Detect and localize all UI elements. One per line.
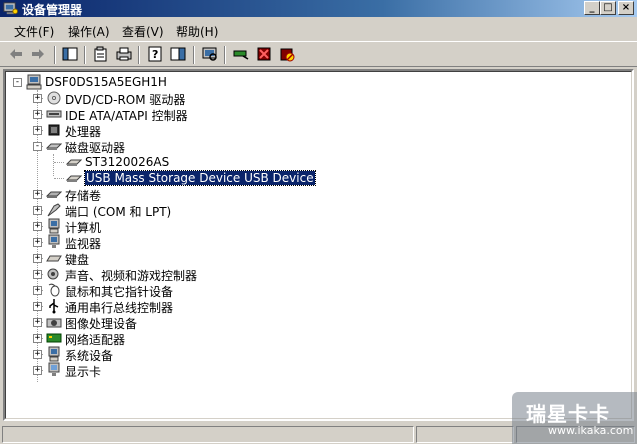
tree-item[interactable]: + 网络适配器 (6, 330, 606, 347)
computer-icon (26, 74, 42, 90)
disk-drive-icon (46, 143, 62, 150)
toolbar-separator (224, 46, 226, 64)
tree-item[interactable]: + 处理器 (6, 122, 606, 139)
tree-item[interactable]: + 系统设备 (6, 346, 606, 363)
network-adapter-icon (46, 333, 62, 343)
root-expander[interactable]: - (13, 78, 22, 87)
tree-item-expander[interactable]: + (33, 302, 42, 311)
back-icon[interactable] (8, 46, 24, 62)
port-icon (47, 203, 61, 217)
tree-root[interactable]: - DSF0DS15A5EGH1H (6, 74, 406, 90)
tree-root-label: DSF0DS15A5EGH1H (45, 75, 167, 89)
device-manager-app-icon (3, 2, 18, 15)
tree-item[interactable]: + 通用串行总线控制器 (6, 298, 606, 315)
tree-item[interactable]: - 磁盘驱动器 (6, 138, 606, 155)
tree-item-expander[interactable]: + (33, 270, 42, 279)
tree-item[interactable]: + 端口 (COM 和 LPT) (6, 202, 606, 219)
close-button[interactable]: × (618, 1, 634, 15)
tree-item-expander[interactable]: + (33, 110, 42, 119)
toolbar-separator (193, 46, 195, 64)
tree-item-expander[interactable]: + (33, 126, 42, 135)
tree-item[interactable]: + IDE ATA/ATAPI 控制器 (6, 106, 606, 123)
tree-child-label: ST3120026AS (85, 155, 170, 169)
tree-item[interactable]: + 显示卡 (6, 362, 606, 379)
toolbar-separator (54, 46, 56, 64)
device-tree-pane[interactable]: - DSF0DS15A5EGH1H + DVD/CD-ROM 驱动器 + IDE AT… (3, 69, 634, 421)
tree-item[interactable]: + 计算机 (6, 218, 606, 235)
toolbar-separator (138, 46, 140, 64)
mouse-icon (48, 283, 60, 297)
tree-item-expander[interactable]: + (33, 350, 42, 359)
monitor-icon (48, 234, 60, 248)
disable-icon[interactable] (279, 46, 295, 62)
status-cell-main (2, 426, 414, 443)
usb-disk-icon (66, 175, 82, 182)
tree-item-label: 显示卡 (65, 365, 102, 379)
properties-icon[interactable] (93, 46, 109, 62)
device-tree: - DSF0DS15A5EGH1H + DVD/CD-ROM 驱动器 + IDE AT… (5, 71, 632, 419)
tree-item-expander[interactable]: - (33, 142, 42, 151)
tree-item-expander[interactable]: + (33, 238, 42, 247)
toolbar: ? (0, 41, 637, 67)
tree-item[interactable]: + DVD/CD-ROM 驱动器 (6, 90, 606, 107)
tree-item[interactable]: + 键盘 (6, 250, 606, 267)
maximize-button[interactable]: □ (600, 1, 616, 15)
cdrom-icon (47, 91, 61, 105)
tree-item-expander[interactable]: + (33, 286, 42, 295)
minimize-button[interactable]: _ (584, 1, 600, 15)
processor-icon (48, 124, 60, 136)
tree-child-item[interactable]: ST3120026AS (6, 154, 606, 170)
tree-item-expander[interactable]: + (33, 94, 42, 103)
tree-item[interactable]: + 存储卷 (6, 186, 606, 203)
tree-child-item[interactable]: USB Mass Storage Device USB Device (6, 170, 606, 186)
help-icon[interactable]: ? (147, 46, 163, 62)
menu-action[interactable]: 操作(A) (68, 23, 110, 40)
tree-item[interactable]: + 图像处理设备 (6, 314, 606, 331)
device-manager-window: 设备管理器 _ □ × 文件(F) 操作(A) 查看(V) 帮助(H) ? - … (0, 0, 637, 444)
tree-item-expander[interactable]: + (33, 222, 42, 231)
svg-text:?: ? (152, 48, 158, 61)
sound-icon (47, 268, 59, 280)
tree-item-expander[interactable]: + (33, 206, 42, 215)
title-bar[interactable]: 设备管理器 _ □ × (0, 0, 637, 17)
tree-item[interactable]: + 鼠标和其它指针设备 (6, 282, 606, 299)
watermark: 瑞星卡卡 www.ikaka.com (512, 392, 637, 444)
update-driver-icon[interactable] (233, 46, 249, 62)
window-title: 设备管理器 (22, 3, 83, 17)
menu-file[interactable]: 文件(F) (14, 23, 54, 40)
tree-child-label: USB Mass Storage Device USB Device (84, 170, 316, 186)
menu-view[interactable]: 查看(V) (122, 23, 164, 40)
watermark-sub: www.ikaka.com (548, 424, 634, 437)
tree-item-expander[interactable]: + (33, 318, 42, 327)
tree-item[interactable]: + 监视器 (6, 234, 606, 251)
display-adapter-icon (48, 362, 60, 376)
scan-hardware-icon[interactable] (202, 46, 218, 62)
tree-item-expander[interactable]: + (33, 366, 42, 375)
watermark-main: 瑞星卡卡 (526, 402, 610, 426)
show-hide-console-tree-icon[interactable] (62, 46, 78, 62)
menu-bar: 文件(F) 操作(A) 查看(V) 帮助(H) (0, 20, 637, 40)
uninstall-icon[interactable] (256, 46, 272, 62)
usb-icon (49, 299, 59, 314)
ide-controller-icon (46, 110, 62, 118)
system-device-icon (48, 346, 60, 362)
toolbar-separator (84, 46, 86, 64)
storage-volume-icon (46, 191, 62, 198)
tree-item-expander[interactable]: + (33, 190, 42, 199)
hard-disk-icon (66, 159, 82, 166)
keyboard-icon (46, 255, 62, 262)
imaging-icon (46, 318, 62, 328)
status-cell-2 (416, 426, 514, 443)
menu-help[interactable]: 帮助(H) (176, 23, 218, 40)
tree-item-expander[interactable]: + (33, 254, 42, 263)
print-icon[interactable] (116, 46, 132, 62)
tree-item-expander[interactable]: + (33, 334, 42, 343)
computer-icon (48, 218, 60, 234)
action-pane-icon[interactable] (170, 46, 186, 62)
forward-icon[interactable] (30, 46, 46, 62)
tree-item[interactable]: + 声音、视频和游戏控制器 (6, 266, 606, 283)
